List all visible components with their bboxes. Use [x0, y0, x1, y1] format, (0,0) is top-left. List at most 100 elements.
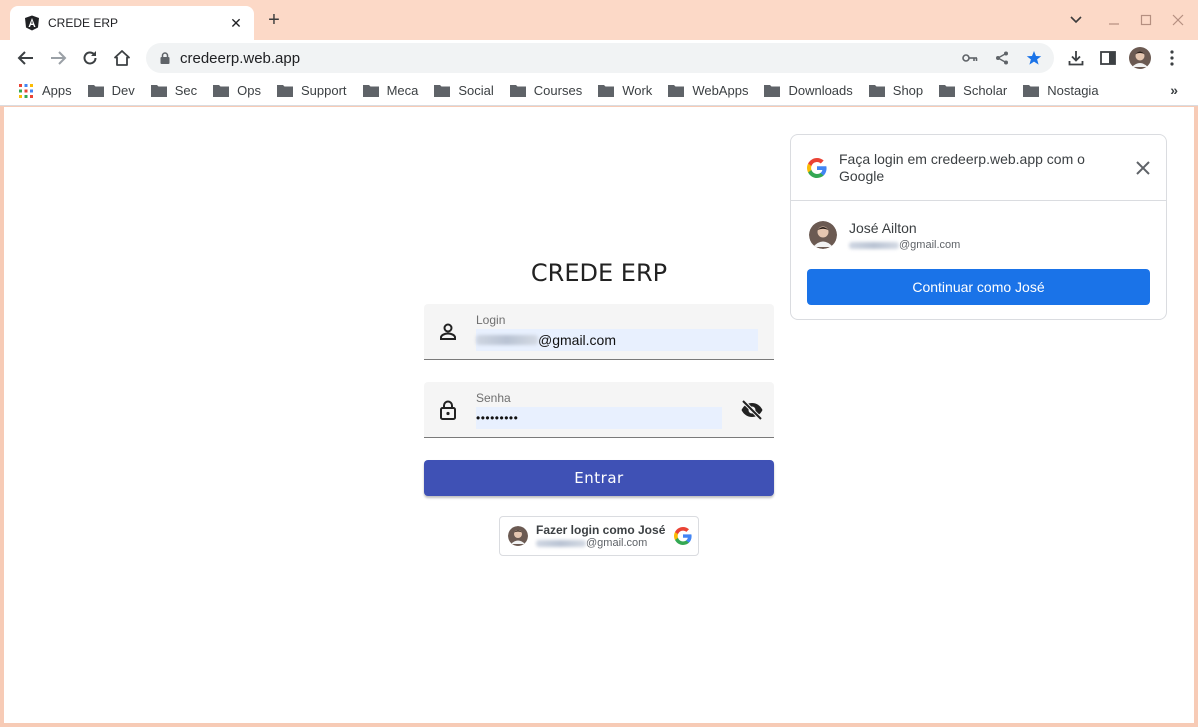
folder-icon: [362, 85, 379, 97]
folder-icon: [1023, 85, 1040, 97]
bookmark-label: Courses: [533, 83, 583, 98]
key-icon[interactable]: [958, 46, 982, 70]
bookmark-folder[interactable]: Scholar: [939, 83, 1007, 98]
login-label: Login: [476, 313, 506, 327]
bookmark-label: Shop: [892, 83, 924, 98]
login-input[interactable]: @gmail.com: [476, 329, 758, 351]
bookmark-folder[interactable]: Ops: [213, 83, 261, 98]
page-content: CREDE ERP Login @gmail.com Senha •••••••…: [4, 107, 1194, 723]
google-logo-icon: [807, 158, 827, 178]
bookmark-folder[interactable]: Social: [434, 83, 494, 98]
bookmark-label: Dev: [111, 83, 135, 98]
lock-icon[interactable]: [158, 51, 172, 65]
one-tap-title: Faça login em credeerp.web.app com o Goo…: [839, 151, 1085, 184]
maximize-icon[interactable]: [1136, 10, 1156, 30]
bookmark-label: Apps: [42, 83, 72, 98]
account-email: @gmail.com: [899, 239, 961, 251]
close-window-icon[interactable]: [1168, 10, 1188, 30]
redacted-text: [476, 335, 538, 345]
bookmarks-bar: Apps Dev Sec Ops Support Meca Social Cou…: [0, 76, 1198, 106]
bookmark-label: WebApps: [692, 83, 749, 98]
angular-icon: [25, 15, 39, 31]
bookmark-folder[interactable]: Courses: [509, 83, 583, 98]
bookmark-label: Downloads: [788, 83, 853, 98]
bookmark-folder[interactable]: Sec: [150, 83, 198, 98]
bookmark-folder[interactable]: Dev: [87, 83, 135, 98]
one-tap-header: Faça login em credeerp.web.app com o Goo…: [791, 135, 1166, 201]
bookmark-star-icon[interactable]: [1022, 46, 1046, 70]
bookmark-label: Ops: [237, 83, 262, 98]
folder-icon: [668, 85, 685, 97]
bookmark-label: Work: [622, 83, 653, 98]
home-icon[interactable]: [108, 44, 136, 72]
url-text[interactable]: credeerp.web.app: [180, 50, 958, 67]
password-input[interactable]: •••••••••: [476, 407, 722, 429]
folder-icon: [87, 85, 104, 97]
avatar: [809, 221, 837, 249]
page-title: CREDE ERP: [530, 259, 668, 287]
profile-avatar[interactable]: [1126, 44, 1154, 72]
back-icon[interactable]: [12, 44, 40, 72]
google-one-tap-dialog: Faça login em credeerp.web.app com o Goo…: [790, 134, 1167, 320]
apps-grid-icon: [19, 83, 33, 98]
login-field[interactable]: Login @gmail.com: [424, 304, 774, 360]
visibility-off-icon[interactable]: [740, 398, 764, 422]
bookmark-label: Nostagia: [1047, 83, 1099, 98]
bookmark-folder[interactable]: Shop: [868, 83, 924, 98]
redacted-text: [536, 539, 586, 547]
bookmark-label: Scholar: [963, 83, 1008, 98]
bookmark-folder[interactable]: Meca: [362, 83, 419, 98]
address-bar[interactable]: credeerp.web.app: [146, 43, 1054, 73]
google-logo-icon: [674, 527, 692, 545]
submit-button[interactable]: Entrar: [424, 460, 774, 496]
side-panel-icon[interactable]: [1094, 44, 1122, 72]
google-account-name: Fazer login como José: [536, 522, 666, 537]
menu-icon[interactable]: [1158, 44, 1186, 72]
tab-title: CREDE ERP: [48, 16, 119, 30]
share-icon[interactable]: [990, 46, 1014, 70]
login-value: @gmail.com: [538, 332, 617, 348]
tab-close-icon[interactable]: ✕: [228, 15, 244, 32]
chevron-double-right-icon[interactable]: »: [1170, 82, 1178, 98]
folder-icon: [868, 85, 885, 97]
download-icon[interactable]: [1062, 44, 1090, 72]
minimize-icon[interactable]: [1104, 10, 1124, 30]
google-signin-button[interactable]: Fazer login como José @gmail.com: [499, 516, 699, 556]
redacted-text: [849, 241, 899, 249]
browser-tab[interactable]: CREDE ERP ✕: [10, 6, 254, 40]
folder-icon: [598, 85, 615, 97]
browser-titlebar: CREDE ERP ✕ +: [0, 0, 1198, 40]
reload-icon[interactable]: [76, 44, 104, 72]
folder-icon: [213, 85, 230, 97]
folder-icon: [764, 85, 781, 97]
bookmark-folder[interactable]: Support: [277, 83, 347, 98]
bookmark-folder[interactable]: WebApps: [668, 83, 748, 98]
bookmark-label: Support: [301, 83, 347, 98]
browser-toolbar: credeerp.web.app: [0, 40, 1198, 76]
folder-icon: [434, 85, 451, 97]
password-field[interactable]: Senha •••••••••: [424, 382, 774, 438]
tab-search-icon[interactable]: [1066, 10, 1086, 30]
continue-as-button[interactable]: Continuar como José: [807, 269, 1150, 305]
folder-icon: [509, 85, 526, 97]
folder-icon: [277, 85, 294, 97]
new-tab-icon[interactable]: +: [262, 9, 286, 33]
forward-icon[interactable]: [44, 44, 72, 72]
bookmark-label: Sec: [174, 83, 198, 98]
folder-icon: [939, 85, 956, 97]
account-name: José Ailton: [849, 220, 917, 236]
lock-icon: [440, 400, 456, 420]
bookmark-folder[interactable]: Work: [598, 83, 652, 98]
bookmark-folder[interactable]: Nostagia: [1023, 83, 1099, 98]
person-icon: [440, 323, 456, 340]
avatar: [508, 526, 528, 546]
bookmark-apps[interactable]: Apps: [18, 83, 72, 99]
close-icon[interactable]: [1132, 157, 1154, 179]
bookmark-folder[interactable]: Downloads: [764, 83, 853, 98]
bookmark-label: Meca: [386, 83, 419, 98]
bookmark-label: Social: [458, 83, 494, 98]
folder-icon: [150, 85, 167, 97]
password-value: •••••••••: [476, 411, 519, 425]
google-account-email: @gmail.com: [586, 536, 648, 549]
password-label: Senha: [476, 391, 511, 405]
